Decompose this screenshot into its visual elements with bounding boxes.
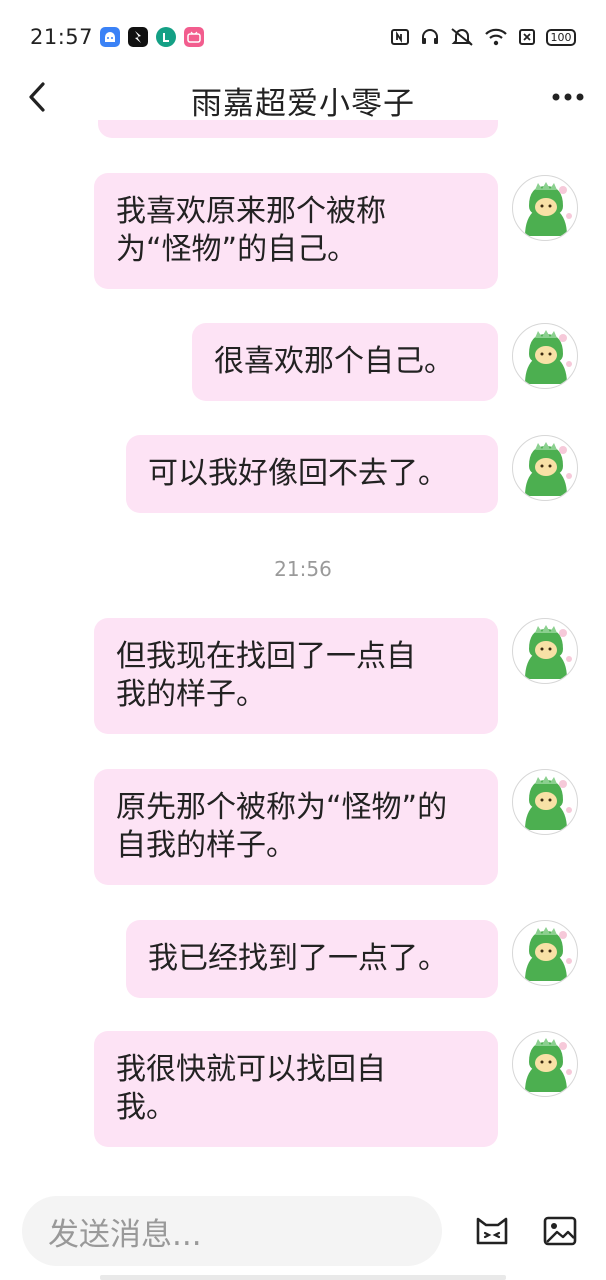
- user-avatar[interactable]: [512, 920, 578, 986]
- message-bubble[interactable]: 原先那个被称为“怪物”的 自我的样子。: [94, 769, 498, 885]
- message-bubble[interactable]: 我已经找到了一点了。: [126, 920, 498, 998]
- cat-face-icon: [476, 1217, 508, 1245]
- system-icons: 100: [390, 27, 576, 47]
- message-bubble[interactable]: 我很快就可以找回自 我。: [94, 1031, 498, 1147]
- home-indicator: [100, 1275, 506, 1280]
- dino-avatar-icon: [525, 1038, 572, 1092]
- teal-l-app-icon: [156, 27, 176, 47]
- partial-message-bubble[interactable]: [98, 120, 498, 138]
- message-bubble[interactable]: 但我现在找回了一点自 我的样子。: [94, 618, 498, 734]
- more-options-button[interactable]: [550, 82, 586, 112]
- dino-avatar-icon: [525, 182, 572, 236]
- status-time: 21:57: [30, 25, 94, 49]
- dino-avatar-icon: [525, 927, 572, 981]
- user-avatar[interactable]: [512, 435, 578, 501]
- mute-bell-icon: [450, 27, 474, 47]
- image-icon: [543, 1216, 577, 1246]
- bilibili-icon: [184, 27, 204, 47]
- message-input[interactable]: 发送消息...: [22, 1196, 442, 1266]
- headset-icon: [420, 28, 440, 46]
- bolt-app-icon: [128, 27, 148, 47]
- more-dots-icon: [552, 93, 584, 101]
- message-bubble[interactable]: 很喜欢那个自己。: [192, 323, 498, 401]
- user-avatar[interactable]: [512, 323, 578, 389]
- dino-avatar-icon: [525, 625, 572, 679]
- user-avatar[interactable]: [512, 769, 578, 835]
- message-list[interactable]: 我喜欢原来那个被称 为“怪物”的自己。 很喜欢那个自己。 可以我好像回不去了。 …: [0, 120, 606, 1180]
- no-sim-icon: [518, 28, 536, 46]
- dino-avatar-icon: [525, 776, 572, 830]
- notification-app-icons: [100, 27, 204, 47]
- dino-avatar-icon: [525, 330, 572, 384]
- message-bubble[interactable]: 可以我好像回不去了。: [126, 435, 498, 513]
- emoji-button[interactable]: [474, 1213, 510, 1249]
- battery-indicator: 100: [546, 28, 576, 46]
- user-avatar[interactable]: [512, 618, 578, 684]
- chat-screen: 21:57 100 雨嘉超爱小零子 我喜欢原来那个被称 为“怪物”的自己。 很喜…: [0, 0, 606, 1280]
- image-button[interactable]: [542, 1213, 578, 1249]
- chat-title: 雨嘉超爱小零子: [191, 86, 415, 122]
- user-avatar[interactable]: [512, 175, 578, 241]
- wifi-icon: [484, 28, 508, 46]
- android-icon: [100, 27, 120, 47]
- dino-avatar-icon: [525, 442, 572, 496]
- input-bar: 发送消息...: [0, 1180, 606, 1280]
- nfc-icon: [390, 28, 410, 46]
- chat-header: 雨嘉超爱小零子: [0, 74, 606, 122]
- user-avatar[interactable]: [512, 1031, 578, 1097]
- message-bubble[interactable]: 我喜欢原来那个被称 为“怪物”的自己。: [94, 173, 498, 289]
- status-bar: 21:57 100: [0, 0, 606, 74]
- timestamp-separator: 21:56: [274, 557, 332, 581]
